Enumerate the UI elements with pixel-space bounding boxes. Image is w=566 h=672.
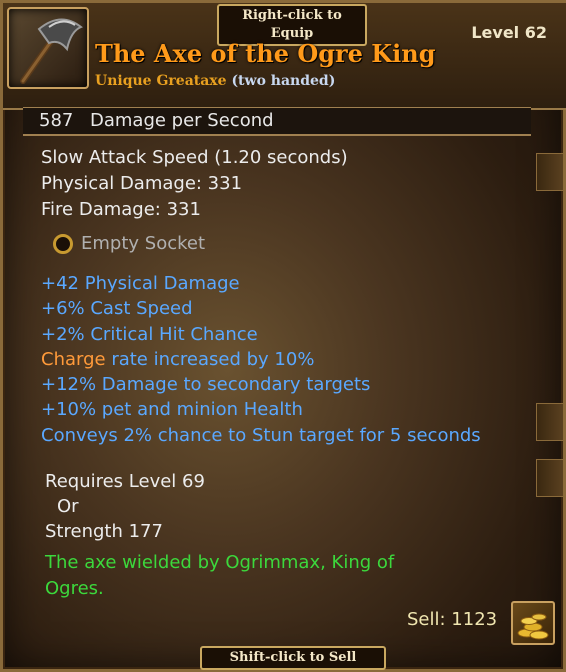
item-type: Unique Greataxe (two handed)	[95, 73, 335, 89]
modifier-line: +10% pet and minion Health	[41, 399, 303, 421]
item-level: Level 62	[471, 23, 547, 42]
required-level: Requires Level 69	[45, 471, 205, 492]
dps-bar: 587 Damage per Second	[23, 107, 531, 136]
dps-label: Damage per Second	[90, 110, 274, 131]
modifier-line: +42 Physical Damage	[41, 273, 240, 294]
fire-damage-stat: Fire Damage: 331	[41, 199, 201, 220]
side-tab	[536, 403, 563, 441]
modifier-line: +6% Cast Speed	[41, 298, 193, 320]
item-modifiers: +42 Physical Damage +6% Cast Speed +2% C…	[41, 271, 481, 448]
modifier-line: Charge rate increased by 10%	[41, 347, 481, 372]
charge-keyword: Charge	[41, 348, 106, 370]
side-tab	[536, 153, 563, 191]
side-tab	[536, 459, 563, 497]
item-handedness: (two handed)	[231, 73, 336, 89]
modifier-line: Conveys 2% chance to Stun target for 5 s…	[41, 424, 481, 446]
physical-damage-stat: Physical Damage: 331	[41, 173, 243, 194]
shift-click-sell-banner: Shift-click to Sell	[200, 646, 386, 670]
base-stats: Slow Attack Speed (1.20 seconds) Physica…	[41, 145, 348, 223]
item-type-label: Unique Greataxe	[95, 73, 227, 89]
dps-value: 587	[39, 110, 74, 131]
empty-socket: Empty Socket	[53, 233, 205, 255]
sell-price: Sell: 1123	[407, 609, 498, 630]
requirement-or: Or	[57, 496, 79, 517]
charge-rate-text: rate increased by 10%	[105, 348, 315, 370]
socket-label: Empty Socket	[81, 233, 206, 254]
item-name: The Axe of the Ogre King	[95, 39, 436, 68]
item-tooltip: Right-click to Equip Level 62 The Axe of…	[0, 0, 566, 672]
gold-pile-icon	[511, 601, 555, 645]
flavor-text: The axe wielded by Ogrimmax, King of Ogr…	[45, 552, 395, 599]
modifier-line: +12% Damage to secondary targets	[41, 374, 371, 396]
modifier-line: +2% Critical Hit Chance	[41, 323, 258, 345]
greataxe-icon[interactable]	[7, 7, 89, 89]
socket-ring-icon	[53, 234, 73, 254]
requirements: Requires Level 69 Or Strength 177	[45, 469, 205, 544]
attack-speed-stat: Slow Attack Speed (1.20 seconds)	[41, 147, 348, 168]
required-strength: Strength 177	[45, 521, 163, 542]
